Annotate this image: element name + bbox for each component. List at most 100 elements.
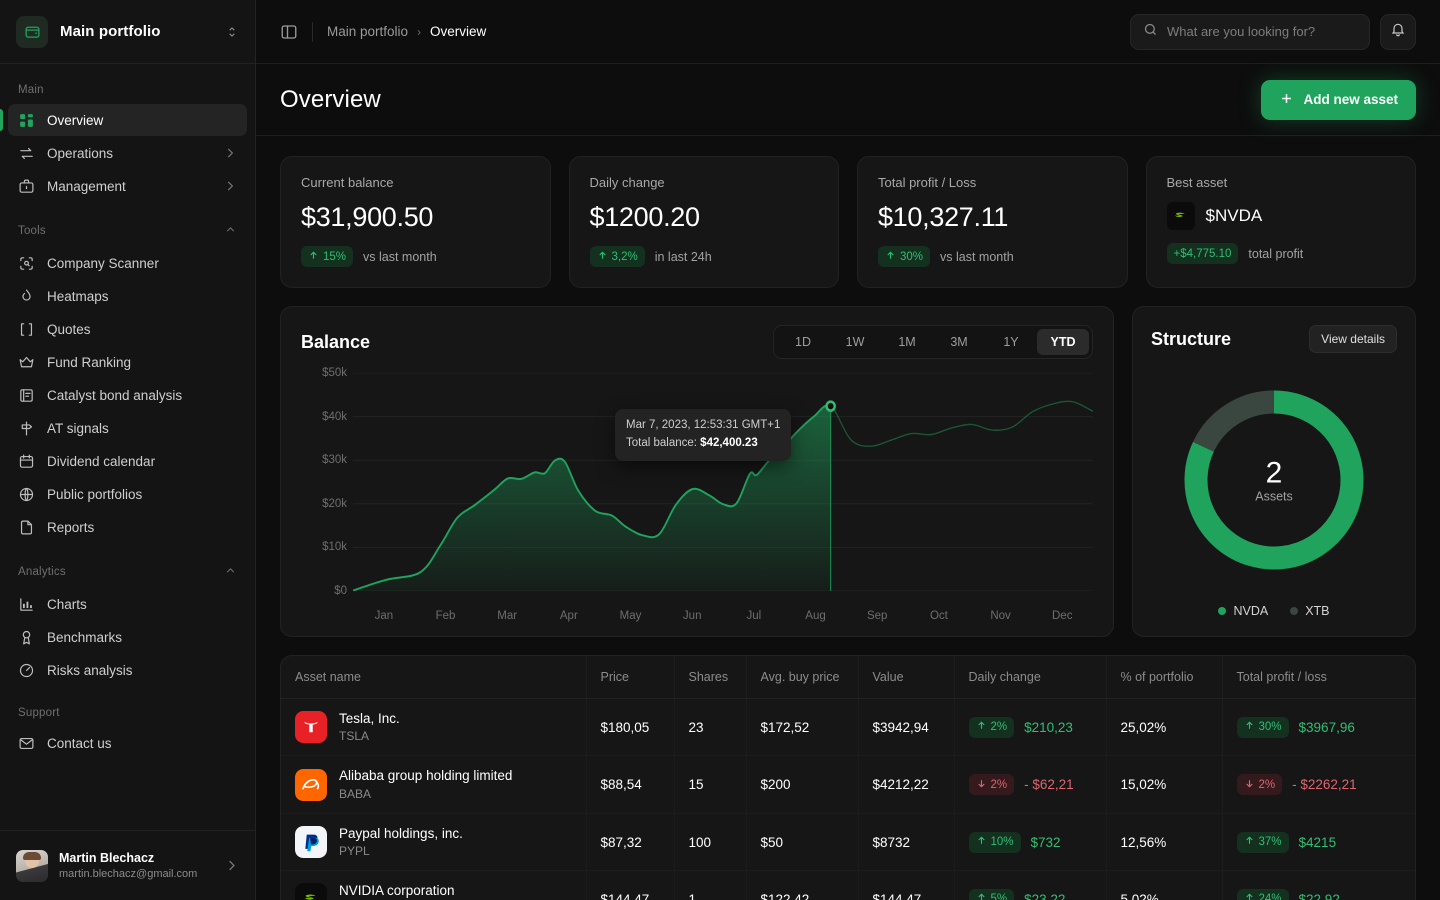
column-header-price[interactable]: Price — [585, 656, 674, 699]
gauge-icon — [18, 662, 35, 679]
total-change-amount: $22,92 — [1298, 891, 1340, 900]
arrow-up-icon — [976, 892, 987, 900]
table-row[interactable]: Tesla, Inc. TSLA $180,05 23 $172,52 $3942,94 2… — [281, 698, 1415, 757]
column-header--of-portfolio[interactable]: % of portfolio — [1105, 656, 1222, 699]
breadcrumb-root[interactable]: Main portfolio — [327, 24, 408, 39]
nvidia-logo-icon — [1166, 202, 1195, 230]
sidebar-group-label-support: Support — [8, 697, 247, 727]
sidebar-toggle-icon[interactable] — [280, 23, 298, 41]
column-header-value[interactable]: Value — [857, 656, 954, 699]
column-header-asset-name[interactable]: Asset name — [281, 656, 586, 699]
stat-footer: 3,2% in last 24h — [589, 246, 819, 267]
total-change-badge: 2% — [1236, 774, 1283, 796]
sidebar-item-reports[interactable]: Reports — [8, 511, 247, 543]
bell-icon — [1390, 21, 1406, 42]
range-tab-3m[interactable]: 3M — [933, 329, 985, 355]
sidebar-item-overview[interactable]: Overview — [0, 104, 247, 136]
daily-change-pct: 5% — [990, 893, 1008, 900]
page-header: Overview Add new asset — [256, 64, 1440, 136]
sidebar-item-company-scanner[interactable]: Company Scanner — [8, 247, 247, 279]
range-tab-1m[interactable]: 1M — [881, 329, 933, 355]
total-change-amount: - $2262,21 — [1292, 777, 1357, 793]
search-box[interactable] — [1130, 13, 1370, 50]
user-name: Martin Blechacz — [59, 850, 155, 865]
sidebar-group-label-analytics[interactable]: Analytics — [8, 554, 247, 588]
column-header-daily-change[interactable]: Daily change — [953, 656, 1106, 699]
column-header-total-profit-loss[interactable]: Total profit / loss — [1221, 656, 1415, 699]
sidebar-item-risks-analysis[interactable]: Risks analysis — [8, 654, 247, 686]
assets-count-label: Assets — [1255, 489, 1293, 503]
sidebar-item-catalyst-bond-analysis[interactable]: Catalyst bond analysis — [8, 379, 247, 411]
sidebar-item-public-portfolios[interactable]: Public portfolios — [8, 478, 247, 510]
sidebar-item-dividend-calendar[interactable]: Dividend calendar — [8, 445, 247, 477]
table-row[interactable]: Alibaba group holding limited BABA $88,54 1… — [281, 755, 1415, 814]
total-change-pct: 30% — [1258, 721, 1282, 734]
paypal-logo-icon — [295, 826, 327, 859]
range-tab-1w[interactable]: 1W — [829, 329, 881, 355]
asset-cell: Paypal holdings, inc. PYPL — [295, 825, 572, 859]
column-header-shares[interactable]: Shares — [673, 656, 746, 699]
sidebar-item-label: Charts — [47, 596, 87, 612]
sidebar-item-operations[interactable]: Operations — [8, 137, 247, 169]
range-tab-1d[interactable]: 1D — [777, 329, 829, 355]
x-tick-label: Apr — [559, 610, 578, 622]
chevron-updown-icon[interactable] — [225, 25, 239, 39]
sidebar-group-label-tools[interactable]: Tools — [8, 213, 247, 247]
range-tab-ytd[interactable]: YTD — [1037, 329, 1089, 355]
sidebar-item-label: Dividend calendar — [47, 453, 156, 469]
search-input[interactable] — [1167, 24, 1357, 39]
daily-change-badge: 5% — [968, 888, 1015, 900]
chevron-up-icon[interactable] — [224, 223, 237, 239]
sidebar-item-management[interactable]: Management — [8, 170, 247, 202]
assets-table-card: Asset name Price Shares Avg. buy price Value… — [280, 655, 1416, 900]
stat-note: total profit — [1248, 246, 1304, 261]
chevron-right-icon[interactable] — [224, 858, 239, 873]
sidebar-item-quotes[interactable]: Quotes — [8, 313, 247, 345]
table-row[interactable]: Paypal holdings, inc. PYPL $87,32 100 $50 $87… — [281, 813, 1415, 872]
sidebar-item-benchmarks[interactable]: Benchmarks — [8, 621, 247, 653]
sidebar-item-label: Benchmarks — [47, 629, 123, 645]
topbar-actions — [1130, 13, 1416, 50]
table-row[interactable]: NVIDIA corporationNVDA$144,471$122,42$14… — [281, 870, 1415, 900]
sidebar-item-at-signals[interactable]: AT signals — [8, 412, 247, 444]
cell-avg-buy-price: $50 — [745, 813, 858, 872]
sidebar-item-charts[interactable]: Charts — [8, 588, 247, 620]
user-profile[interactable]: Martin Blechacz martin.blechacz@gmail.co… — [0, 830, 255, 900]
add-new-asset-button[interactable]: Add new asset — [1261, 79, 1416, 120]
stat-value: $10,327.11 — [878, 202, 1009, 232]
total-change: 37% $4215 — [1236, 831, 1402, 853]
sidebar-item-label: Overview — [47, 112, 104, 128]
donut-slice-xtb — [1193, 390, 1275, 452]
area-chart-svg — [353, 372, 1093, 592]
sidebar-item-label: Reports — [47, 519, 95, 535]
stat-label: Current balance — [301, 175, 394, 190]
topbar: Main portfolio › Overview — [256, 0, 1440, 64]
group-label-text: Main — [18, 84, 44, 96]
stat-change-badge: +$4,775.10 — [1166, 243, 1239, 264]
cell-portfolio-pct: 12,56% — [1105, 813, 1222, 872]
stat-change-value: 30% — [900, 250, 924, 263]
best-asset-row: $NVDA — [1166, 202, 1396, 230]
sidebar-item-fund-ranking[interactable]: Fund Ranking — [8, 346, 247, 378]
chevron-right-icon[interactable] — [223, 179, 237, 193]
sidebar-item-heatmaps[interactable]: Heatmaps — [8, 280, 247, 312]
topbar-divider — [312, 21, 313, 42]
notifications-button[interactable] — [1380, 13, 1416, 50]
stat-change-value: 3,2% — [611, 250, 638, 263]
chevron-right-icon[interactable] — [223, 146, 237, 160]
scan-icon — [18, 255, 35, 272]
portfolio-switcher[interactable]: Main portfolio — [0, 0, 255, 64]
bar-chart-icon — [18, 596, 35, 613]
view-details-button[interactable]: View details — [1309, 325, 1397, 353]
arrow-down-icon — [976, 778, 987, 792]
sidebar-group-label-main: Main — [8, 74, 247, 104]
sidebar-item-label: Quotes — [47, 321, 91, 337]
x-tick-label: Feb — [435, 610, 456, 622]
column-header-avg-buy-price[interactable]: Avg. buy price — [745, 656, 858, 699]
arrow-up-icon — [308, 250, 319, 264]
sidebar-item-contact-us[interactable]: Contact us — [8, 727, 247, 759]
chevron-up-icon[interactable] — [224, 564, 237, 580]
stat-note: in last 24h — [654, 249, 712, 264]
range-tab-1y[interactable]: 1Y — [985, 329, 1037, 355]
table-head: Asset name Price Shares Avg. buy price Value… — [281, 656, 1415, 699]
